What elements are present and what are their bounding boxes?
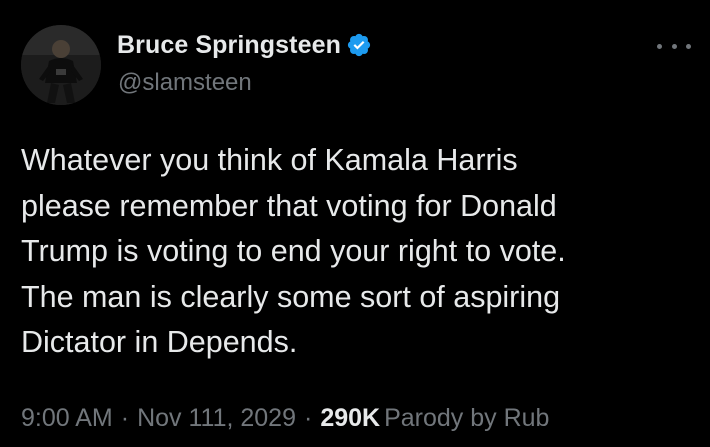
tweet-text: Whatever you think of Kamala Harris plea… (21, 138, 691, 366)
verified-badge-icon (346, 32, 372, 58)
tweet-date[interactable]: Nov 111, 2029 (137, 404, 296, 433)
tweet-text-line: Whatever you think of Kamala Harris (21, 143, 518, 177)
tweet-time[interactable]: 9:00 AM (21, 404, 113, 433)
author-display-name[interactable]: Bruce Springsteen (117, 31, 341, 60)
author-handle[interactable]: @slamsteen (118, 69, 252, 97)
tweet-card: Bruce Springsteen @slamsteen Whatever yo… (0, 0, 710, 447)
dot (671, 43, 677, 49)
profile-photo (21, 25, 101, 105)
views-label: Parody by Rub (384, 404, 550, 432)
tweet-meta: 9:00 AM · Nov 111, 2029 · 290K Parody by… (21, 404, 549, 433)
meta-separator: · (303, 404, 313, 432)
tweet-text-line: The man is clearly some sort of aspiring (21, 279, 561, 314)
views-count[interactable]: 290K (320, 404, 380, 433)
avatar[interactable] (21, 25, 101, 105)
tweet-text-line: please remember that voting for Donald (21, 188, 557, 223)
more-options-icon[interactable] (657, 40, 691, 52)
author-name-row[interactable]: Bruce Springsteen (117, 29, 372, 61)
tweet-text-line: Dictator in Depends. (21, 325, 298, 359)
meta-separator: · (120, 404, 130, 432)
dot (686, 43, 691, 49)
tweet-text-line: Trump is voting to end your right to vot… (21, 234, 566, 268)
dot (657, 43, 662, 49)
